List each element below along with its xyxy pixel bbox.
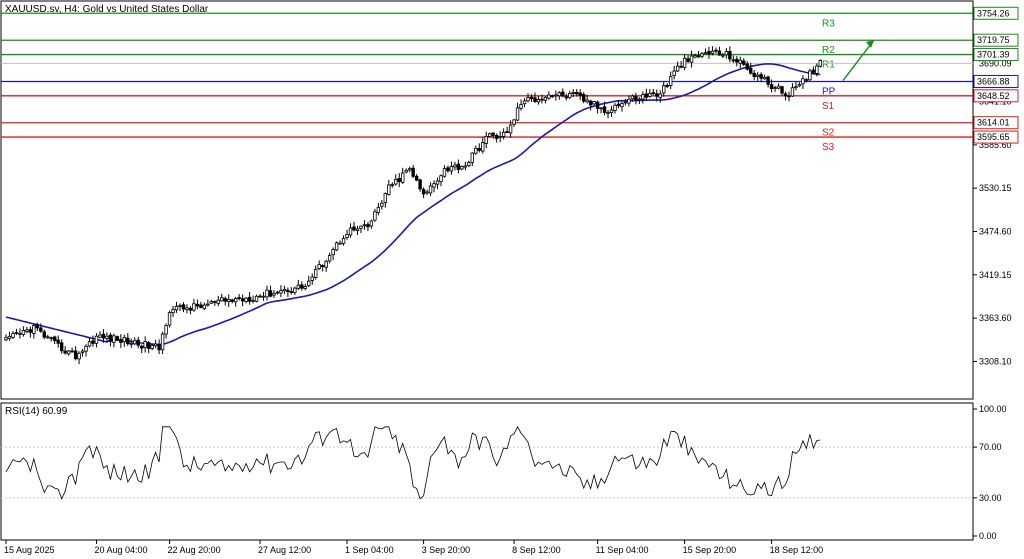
pivot-level-tags: 3754.26 3719.75 3701.39 3666.88 3648.52 3614.…	[973, 6, 1019, 144]
price-axis: 3308.103363.603419.153474.603530.153585.…	[973, 58, 1012, 366]
price-tick-label: 3474.60	[979, 227, 1012, 237]
price-tick-label: 3363.60	[979, 313, 1012, 323]
rsi-tick-label: 30.00	[979, 493, 1002, 503]
price-tick-label: 3419.15	[979, 270, 1012, 280]
time-tick-label: 3 Sep 20:00	[422, 545, 471, 555]
price-tag-r1: 3701.39	[973, 48, 1019, 62]
time-tick-label: 27 Aug 12:00	[258, 545, 311, 555]
rsi-tick-label: 70.00	[979, 442, 1002, 452]
time-tick-label: 8 Sep 12:00	[512, 545, 561, 555]
time-axis: 15 Aug 2025 20 Aug 04:00 22 Aug 20:00 27 Au…	[4, 540, 823, 555]
pivot-name-s3: S3	[822, 142, 835, 153]
price-tag-r2: 3719.75	[973, 33, 1019, 47]
rsi-tick-label: 0.00	[979, 531, 997, 541]
pivot-name-s1: S1	[822, 101, 835, 112]
price-tag-s1: 3648.52	[973, 89, 1019, 103]
svg-text:3666.88: 3666.88	[977, 76, 1010, 86]
chart-title: XAUUSD.sv, H4: Gold vs United States Dol…	[5, 4, 209, 15]
price-tick-label: 3308.10	[979, 356, 1012, 366]
svg-text:3701.39: 3701.39	[977, 50, 1010, 60]
price-tick-label: 3530.15	[979, 183, 1012, 193]
price-tag-pp: 3666.88	[973, 74, 1019, 88]
time-tick-label: 18 Sep 12:00	[770, 545, 824, 555]
pivot-name-r1: R1	[822, 60, 835, 71]
pivot-name-r3: R3	[822, 18, 835, 29]
time-tick-label: 15 Sep 20:00	[683, 545, 737, 555]
candle	[167, 310, 172, 328]
time-tick-label: 11 Sep 04:00	[596, 545, 649, 555]
rsi-axis: 100.00 70.00 30.00 0.00	[973, 404, 1007, 541]
price-tag-s3: 3595.65	[973, 130, 1019, 144]
svg-text:3754.26: 3754.26	[977, 8, 1010, 18]
time-tick-label: 22 Aug 20:00	[168, 545, 221, 555]
svg-text:3719.75: 3719.75	[977, 35, 1010, 45]
rsi-tick-label: 100.00	[979, 404, 1007, 414]
gold-h4-chart: R3R2R1PPS1S2S3 3308.103363.603419.153474…	[0, 0, 1019, 555]
time-tick-label: 15 Aug 2025	[4, 545, 55, 555]
price-tag-s2: 3614.01	[973, 116, 1019, 130]
candle	[334, 241, 339, 252]
time-tick-label: 1 Sep 04:00	[345, 545, 394, 555]
svg-text:3614.01: 3614.01	[977, 118, 1010, 128]
price-tag-r3: 3754.26	[973, 6, 1019, 20]
rsi-label: RSI(14) 60.99	[5, 406, 68, 417]
svg-text:3595.65: 3595.65	[977, 132, 1010, 142]
svg-text:3648.52: 3648.52	[977, 91, 1010, 101]
candle	[818, 59, 823, 68]
time-tick-label: 20 Aug 04:00	[94, 545, 147, 555]
